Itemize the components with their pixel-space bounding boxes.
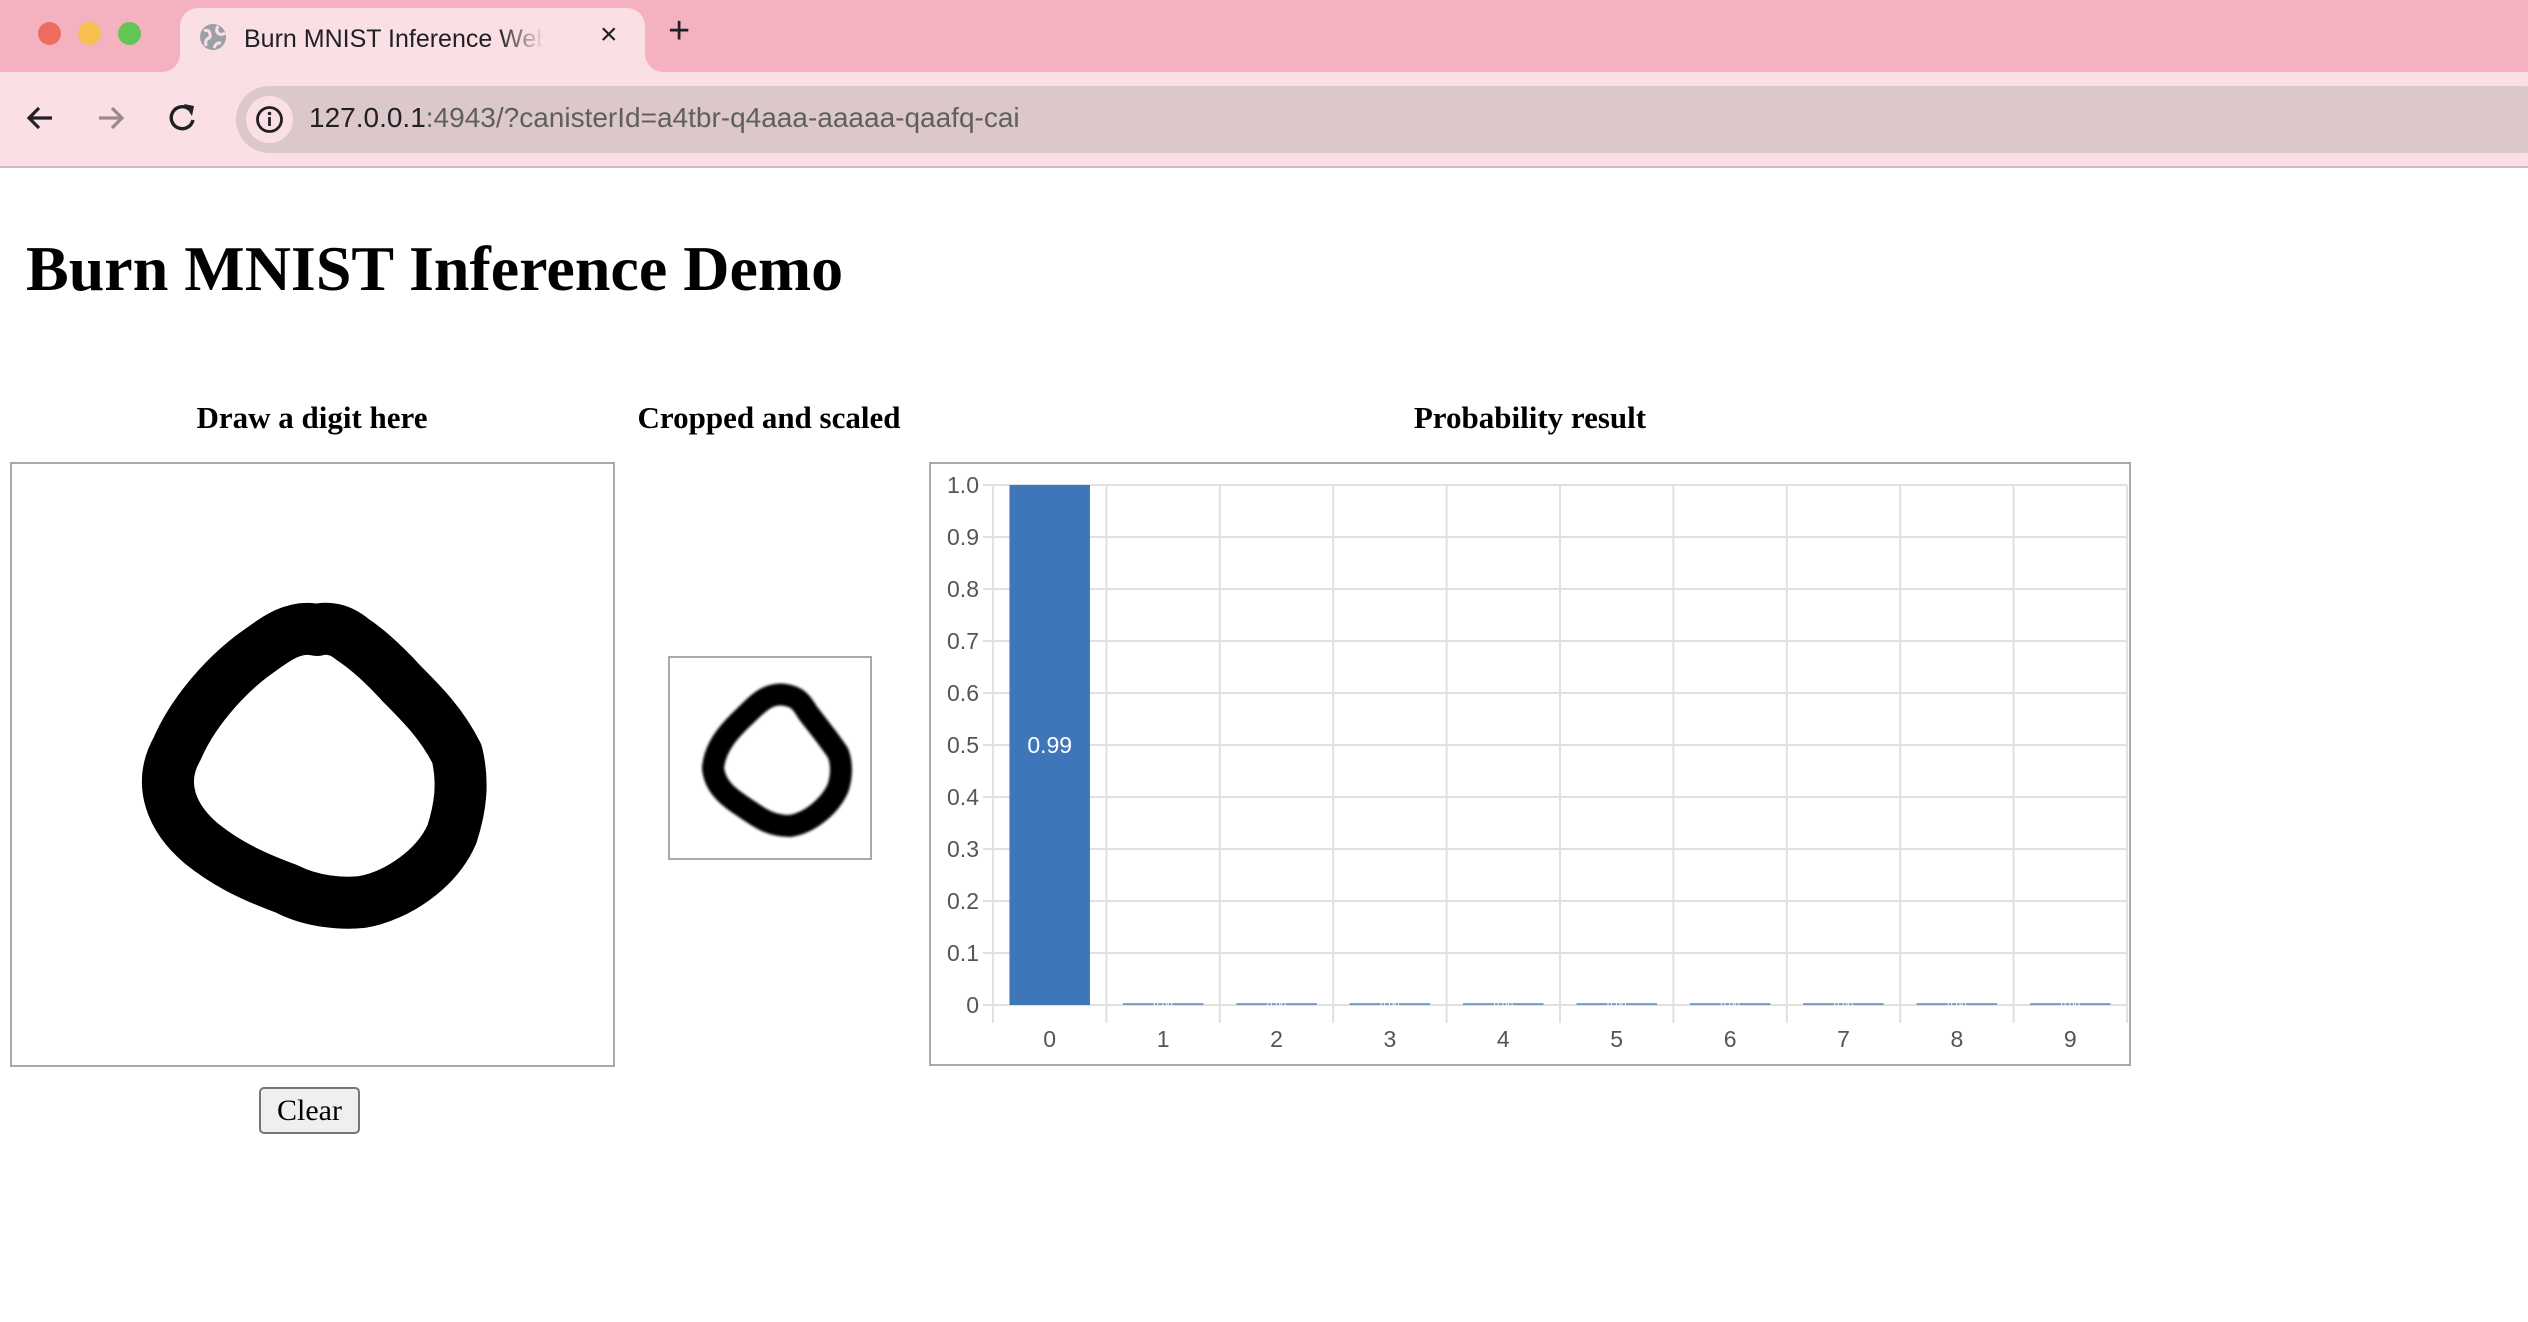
y-tick-label: 0 <box>966 992 979 1018</box>
address-bar[interactable]: 127.0.0.1:4943/?canisterId=a4tbr-q4aaa-a… <box>236 86 2528 153</box>
url-text[interactable]: 127.0.0.1:4943/?canisterId=a4tbr-q4aaa-a… <box>309 102 1020 134</box>
x-tick-label: 8 <box>1951 1026 1964 1052</box>
bar-value-label: 0.00 <box>1153 1001 1173 1012</box>
tab-title: Burn MNIST Inference Web Demo <box>244 25 544 53</box>
browser-toolbar: 127.0.0.1:4943/?canisterId=a4tbr-q4aaa-a… <box>0 72 2528 168</box>
drawing-canvas[interactable] <box>10 462 615 1067</box>
bar-value-label: 0.00 <box>1494 1001 1514 1012</box>
y-tick-label: 0.7 <box>947 628 979 654</box>
cropped-scaled-canvas <box>668 656 872 860</box>
y-tick-label: 0.3 <box>947 836 979 862</box>
clear-button[interactable]: Clear <box>259 1087 360 1134</box>
new-tab-button[interactable]: + <box>668 12 690 50</box>
forward-icon[interactable] <box>95 102 127 139</box>
y-tick-label: 0.8 <box>947 576 979 602</box>
x-tick-label: 3 <box>1384 1026 1397 1052</box>
bar-value-label: 0.00 <box>1267 1001 1287 1012</box>
close-tab-icon[interactable]: × <box>600 20 618 50</box>
back-icon[interactable] <box>24 102 56 139</box>
bar-value-label: 0.00 <box>1947 1001 1967 1012</box>
maximize-window-button[interactable] <box>118 22 141 45</box>
cropped-heading: Cropped and scaled <box>637 400 901 435</box>
x-tick-label: 4 <box>1497 1026 1510 1052</box>
y-tick-label: 0.1 <box>947 940 979 966</box>
page-title: Burn MNIST Inference Demo <box>26 233 844 304</box>
drawn-digit-stroke <box>142 602 487 929</box>
bar-value-label: 0.00 <box>1720 1001 1740 1012</box>
bar-value-label: 0.00 <box>1607 1001 1627 1012</box>
y-tick-label: 0.9 <box>947 524 979 550</box>
bar-value-label: 0.99 <box>1027 732 1072 758</box>
y-tick-label: 1.0 <box>947 472 979 498</box>
site-info-button[interactable] <box>246 96 293 143</box>
minimize-window-button[interactable] <box>78 22 101 45</box>
probability-chart: 0 0.1 0.2 0.3 0.4 0.5 0.6 0.7 0.8 0.9 1.0 0 0.99 1 0.0… <box>929 462 2131 1066</box>
globe-icon <box>198 22 228 52</box>
x-tick-label: 6 <box>1724 1026 1737 1052</box>
result-heading: Probability result <box>1413 400 1647 435</box>
x-tick-label: 1 <box>1157 1026 1170 1052</box>
y-tick-label: 0.2 <box>947 888 979 914</box>
url-host: 127.0.0.1 <box>309 102 426 133</box>
draw-heading: Draw a digit here <box>196 400 428 435</box>
reload-icon[interactable] <box>167 101 199 140</box>
x-tick-label: 0 <box>1043 1026 1056 1052</box>
info-icon <box>256 106 283 133</box>
tab-active[interactable]: Burn MNIST Inference Web Demo × <box>180 8 645 72</box>
x-tick-label: 2 <box>1270 1026 1283 1052</box>
y-tick-label: 0.4 <box>947 784 979 810</box>
url-path: :4943/?canisterId=a4tbr-q4aaa-aaaaa-qaaf… <box>425 102 1020 133</box>
x-tick-label: 9 <box>2064 1026 2077 1052</box>
x-tick-label: 7 <box>1837 1026 1850 1052</box>
bar-value-label: 0.00 <box>1380 1001 1400 1012</box>
probability-bar-chart: 0 0.1 0.2 0.3 0.4 0.5 0.6 0.7 0.8 0.9 1.0 0 0.99 1 0.0… <box>947 472 2128 1052</box>
bar-value-label: 0.00 <box>1834 1001 1854 1012</box>
tab-strip: Burn MNIST Inference Web Demo × + <box>0 0 2528 72</box>
close-window-button[interactable] <box>38 22 61 45</box>
x-tick-label: 5 <box>1610 1026 1623 1052</box>
y-tick-label: 0.6 <box>947 680 979 706</box>
bar-value-label: 0.00 <box>2061 1001 2081 1012</box>
cropped-digit-preview <box>702 683 852 837</box>
y-tick-label: 0.5 <box>947 732 979 758</box>
